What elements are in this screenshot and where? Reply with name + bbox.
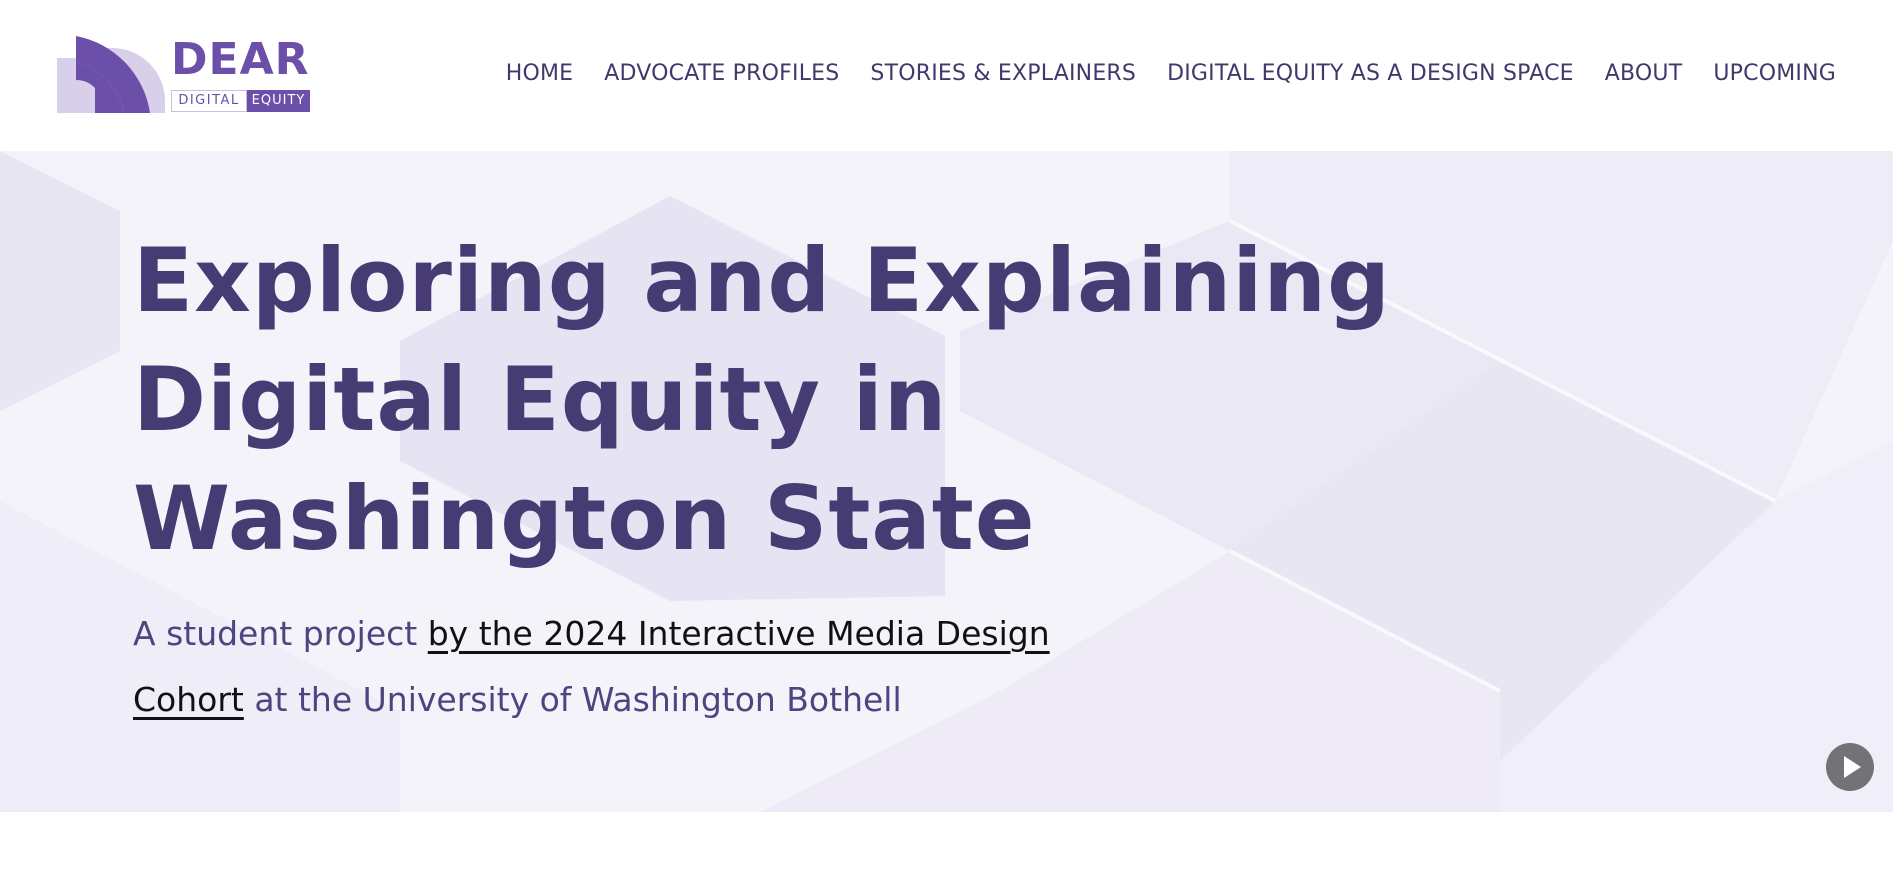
logo-wordmark: DEAR <box>171 34 310 85</box>
hero-title-line: Digital Equity in <box>133 348 948 451</box>
play-button[interactable] <box>1826 743 1874 791</box>
nav-item-about[interactable]: ABOUT <box>1605 58 1683 90</box>
nav-item-design-space[interactable]: DIGITAL EQUITY AS A DESIGN SPACE <box>1167 58 1574 90</box>
hero-section: Exploring and Explaining Digital Equity … <box>0 151 1893 812</box>
hero-subtitle-suffix: at the University of Washington Bothell <box>243 680 902 719</box>
site-logo[interactable]: DEAR DIGITAL EQUITY <box>57 36 310 114</box>
hero-subtitle-prefix: A student project <box>133 614 428 653</box>
hero-title-line: Exploring and Explaining <box>133 229 1392 332</box>
nav-item-advocate-profiles[interactable]: ADVOCATE PROFILES <box>604 58 839 90</box>
nav-item-upcoming[interactable]: UPCOMING <box>1713 58 1836 90</box>
site-header: DEAR DIGITAL EQUITY HOME ADVOCATE PROFIL… <box>0 0 1893 151</box>
hero-title: Exploring and Explaining Digital Equity … <box>133 221 1392 578</box>
logo-mark-icon <box>57 36 165 113</box>
nav-item-home[interactable]: HOME <box>506 58 574 90</box>
main-nav: HOME ADVOCATE PROFILES STORIES & EXPLAIN… <box>506 58 1836 90</box>
hero-title-line: Washington State <box>133 467 1036 570</box>
play-icon <box>1844 756 1861 778</box>
logo-digital-label: DIGITAL <box>171 90 247 112</box>
logo-equity-label: EQUITY <box>247 90 310 112</box>
nav-item-stories-explainers[interactable]: STORIES & EXPLAINERS <box>870 58 1136 90</box>
hero-subtitle: A student project by the 2024 Interactiv… <box>133 601 1133 733</box>
